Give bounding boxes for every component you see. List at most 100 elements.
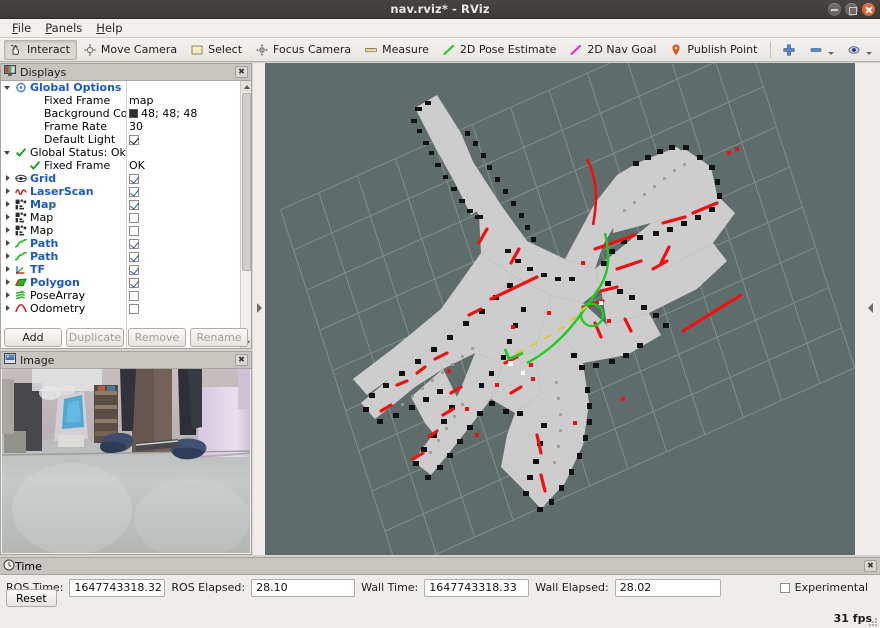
tool-move-camera[interactable]: Move Camera — [78, 40, 184, 60]
display-row-name: Path — [1, 250, 126, 263]
menu-file[interactable]: File — [5, 19, 38, 37]
tool-properties-button[interactable] — [842, 40, 879, 60]
menu-help[interactable]: Help — [89, 19, 129, 37]
right-splitter-handle[interactable] — [867, 303, 874, 314]
menu-panels[interactable]: Panels — [38, 19, 89, 37]
display-row-fixed-frame[interactable]: Fixed FrameOK — [1, 159, 240, 172]
chevron-right-icon[interactable] — [4, 304, 13, 313]
tool-2d-nav-goal[interactable]: 2D Nav Goal — [564, 40, 663, 60]
chevron-right-icon[interactable] — [4, 174, 13, 183]
chevron-right-icon[interactable] — [4, 239, 13, 248]
display-row-map[interactable]: Map — [1, 211, 240, 224]
display-enable-checkbox[interactable] — [129, 291, 139, 301]
display-enable-checkbox[interactable] — [129, 252, 139, 262]
display-row-value[interactable] — [126, 135, 240, 145]
display-row-value[interactable] — [126, 200, 240, 210]
display-row-posearray[interactable]: PoseArray — [1, 289, 240, 302]
camera-image-view[interactable] — [2, 369, 250, 553]
display-row-grid[interactable]: Grid — [1, 172, 240, 185]
display-row-default-light[interactable]: Default Light — [1, 133, 240, 146]
reset-button[interactable]: Reset — [6, 589, 57, 607]
tool-properties-dropdown-arrow[interactable] — [866, 52, 872, 55]
chevron-right-icon[interactable] — [4, 187, 13, 196]
display-row-background-color[interactable]: Background Color48; 48; 48 — [1, 107, 240, 120]
display-row-odometry[interactable]: Odometry — [1, 302, 240, 315]
displays-scrollbar[interactable] — [240, 81, 251, 348]
add-button[interactable]: Add — [4, 328, 62, 347]
icon-spacer — [29, 121, 41, 132]
display-row-value[interactable] — [126, 239, 240, 249]
display-row-polygon[interactable]: Polygon — [1, 276, 240, 289]
scroll-up-arrow[interactable] — [241, 81, 251, 92]
display-enable-checkbox[interactable] — [129, 135, 139, 145]
add-tool-button[interactable] — [777, 40, 803, 60]
display-row-value[interactable] — [126, 213, 240, 223]
right-splitter[interactable] — [855, 63, 880, 555]
display-row-value[interactable] — [126, 252, 240, 262]
display-enable-checkbox[interactable] — [129, 174, 139, 184]
display-row-map[interactable]: Map — [1, 198, 240, 211]
display-row-fixed-frame[interactable]: Fixed Framemap — [1, 94, 240, 107]
time-close-icon[interactable]: ✖ — [864, 560, 877, 572]
display-row-path[interactable]: Path — [1, 250, 240, 263]
display-row-value[interactable] — [126, 291, 240, 301]
display-row-value[interactable] — [126, 278, 240, 288]
display-row-value[interactable]: 48; 48; 48 — [126, 107, 240, 120]
minimize-button[interactable] — [828, 3, 841, 16]
image-close-icon[interactable]: ✖ — [235, 354, 248, 366]
display-row-laserscan[interactable]: LaserScan — [1, 185, 240, 198]
chevron-right-icon[interactable] — [4, 265, 13, 274]
display-row-value[interactable]: OK — [126, 159, 240, 172]
tool-2d-pose-estimate[interactable]: 2D Pose Estimate — [437, 40, 564, 60]
color-swatch[interactable] — [129, 109, 138, 118]
remove-tool-dropdown-arrow[interactable] — [828, 52, 834, 55]
display-row-global-status-ok[interactable]: Global Status: Ok — [1, 146, 240, 159]
chevron-down-icon[interactable] — [4, 83, 13, 92]
display-enable-checkbox[interactable] — [129, 304, 139, 314]
chevron-right-icon[interactable] — [4, 226, 13, 235]
display-enable-checkbox[interactable] — [129, 213, 139, 223]
tool-select[interactable]: Select — [185, 40, 249, 60]
chevron-right-icon[interactable] — [4, 213, 13, 222]
display-row-value[interactable]: 30 — [126, 120, 240, 133]
display-row-tf[interactable]: TF — [1, 263, 240, 276]
display-row-frame-rate[interactable]: Frame Rate30 — [1, 120, 240, 133]
display-row-value[interactable] — [126, 187, 240, 197]
scroll-thumb[interactable] — [242, 93, 251, 271]
display-enable-checkbox[interactable] — [129, 265, 139, 275]
left-splitter-handle[interactable] — [256, 303, 263, 314]
display-row-value[interactable] — [126, 226, 240, 236]
chevron-right-icon[interactable] — [4, 278, 13, 287]
display-row-value[interactable] — [126, 265, 240, 275]
display-enable-checkbox[interactable] — [129, 200, 139, 210]
display-row-value[interactable] — [126, 174, 240, 184]
tool-measure[interactable]: Measure — [359, 40, 436, 60]
display-row-value[interactable]: map — [126, 94, 240, 107]
chevron-right-icon[interactable] — [4, 252, 13, 261]
tool-publish-point[interactable]: Publish Point — [664, 40, 764, 60]
odometry-icon — [15, 303, 27, 314]
displays-tree[interactable]: Global OptionsFixed FramemapBackground C… — [1, 81, 251, 348]
display-row-map[interactable]: Map — [1, 224, 240, 237]
tool-interact[interactable]: Interact — [4, 40, 77, 60]
close-button[interactable] — [862, 3, 875, 16]
maximize-button[interactable] — [845, 3, 858, 16]
resize-grip[interactable] — [868, 617, 878, 627]
remove-tool-button[interactable] — [804, 40, 841, 60]
chevron-right-icon[interactable] — [4, 200, 13, 209]
display-enable-checkbox[interactable] — [129, 239, 139, 249]
left-splitter[interactable] — [253, 63, 265, 555]
3d-render-view[interactable] — [265, 63, 855, 555]
camera-frame — [2, 369, 250, 553]
display-enable-checkbox[interactable] — [129, 278, 139, 288]
display-row-label: LaserScan — [30, 185, 94, 198]
tool-focus-camera[interactable]: Focus Camera — [250, 40, 358, 60]
display-row-global-options[interactable]: Global Options — [1, 81, 240, 94]
display-enable-checkbox[interactable] — [129, 187, 139, 197]
chevron-right-icon[interactable] — [4, 291, 13, 300]
display-enable-checkbox[interactable] — [129, 226, 139, 236]
display-row-value[interactable] — [126, 304, 240, 314]
display-row-path[interactable]: Path — [1, 237, 240, 250]
chevron-down-icon[interactable] — [4, 148, 13, 157]
displays-close-icon[interactable]: ✖ — [235, 66, 248, 78]
